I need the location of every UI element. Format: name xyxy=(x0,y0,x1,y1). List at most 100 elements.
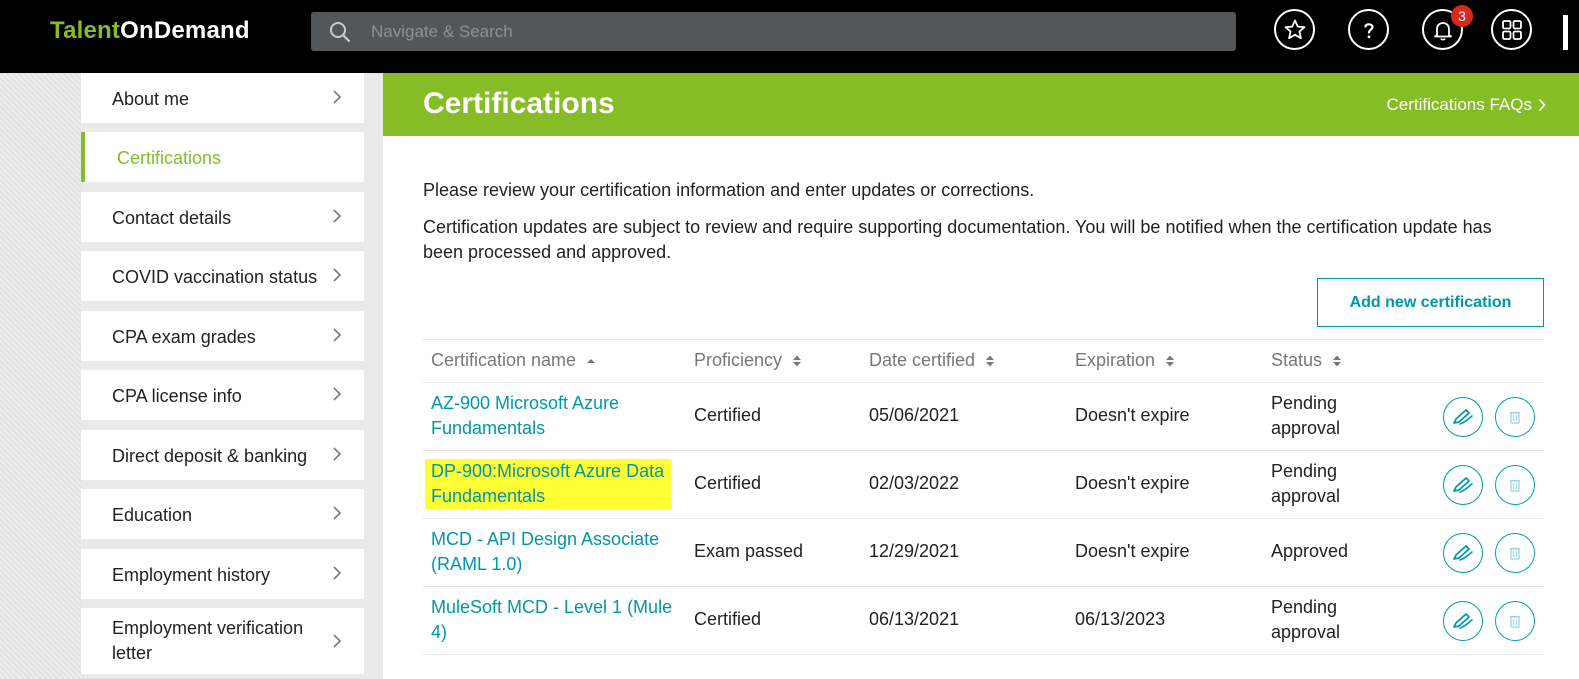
add-new-certification-button[interactable]: Add new certification xyxy=(1317,278,1544,327)
sidebar-item-label: Contact details xyxy=(112,208,232,228)
chevron-right-icon xyxy=(333,634,342,648)
help-button[interactable] xyxy=(1348,9,1389,50)
page-header: Certifications Certifications FAQs xyxy=(383,73,1579,136)
favorites-button[interactable] xyxy=(1274,9,1315,50)
certification-name-link[interactable]: MuleSoft MCD - Level 1 (Mule 4) xyxy=(431,595,676,645)
certification-name-text: MCD - API Design Associate (RAML 1.0) xyxy=(431,529,660,574)
table-row: MuleSoft MCD - Level 1 (Mule 4) Certifie… xyxy=(423,587,1544,655)
sort-icon xyxy=(986,355,995,366)
sidebar-item-label: Direct deposit & banking xyxy=(112,446,308,466)
proficiency-cell: Certified xyxy=(694,405,762,425)
expiration-cell: Doesn't expire xyxy=(1075,541,1190,561)
edit-pencil-icon xyxy=(1453,409,1473,425)
sidebar-item-cpa-license-info[interactable]: CPA license info xyxy=(81,370,364,420)
sidebar-item-covid-vaccination-status[interactable]: COVID vaccination status xyxy=(81,251,364,301)
chevron-right-icon xyxy=(333,447,342,461)
logo-text-talent: Talent xyxy=(50,17,121,44)
sidebar-item-cpa-exam-grades[interactable]: CPA exam grades xyxy=(81,311,364,361)
sidebar-item-label: Employment verification letter xyxy=(112,618,304,663)
logo-text-ondemand: OnDemand xyxy=(120,17,250,44)
column-header-expiration[interactable]: Expiration xyxy=(1075,350,1175,371)
edit-certification-button[interactable] xyxy=(1443,601,1483,641)
trash-icon xyxy=(1510,615,1520,628)
delete-certification-button[interactable] xyxy=(1495,397,1535,437)
column-header-status[interactable]: Status xyxy=(1271,350,1342,371)
certifications-faqs-link[interactable]: Certifications FAQs xyxy=(1387,95,1547,115)
sort-ascending-icon xyxy=(587,358,596,363)
sidebar-item-label: CPA exam grades xyxy=(112,327,256,347)
chevron-right-icon xyxy=(333,209,342,223)
column-header-certification-name[interactable]: Certification name xyxy=(431,350,596,371)
expiration-cell: 06/13/2023 xyxy=(1075,609,1166,629)
edit-certification-button[interactable] xyxy=(1443,397,1483,437)
chevron-right-icon xyxy=(333,90,342,104)
scroll-edge xyxy=(1563,15,1568,50)
status-cell: Pending approval xyxy=(1271,461,1341,506)
table-row: AZ-900 Microsoft Azure Fundamentals Cert… xyxy=(423,383,1544,451)
table-row: MCD - API Design Associate (RAML 1.0) Ex… xyxy=(423,519,1544,587)
trash-icon xyxy=(1510,547,1520,560)
intro-text: Please review your certification informa… xyxy=(423,180,1035,200)
trash-icon xyxy=(1510,411,1520,424)
sidebar-item-contact-details[interactable]: Contact details xyxy=(81,192,364,242)
certification-name-link[interactable]: MCD - API Design Associate (RAML 1.0) xyxy=(431,527,676,577)
search-input[interactable] xyxy=(371,12,1211,51)
help-icon xyxy=(1363,22,1374,38)
sidebar-item-employment-history[interactable]: Employment history xyxy=(81,549,364,599)
page-title: Certifications xyxy=(423,87,615,120)
delete-certification-button[interactable] xyxy=(1495,601,1535,641)
status-cell: Approved xyxy=(1271,541,1349,561)
proficiency-cell: Exam passed xyxy=(694,541,804,561)
search-icon[interactable] xyxy=(329,21,351,43)
column-header-date-certified[interactable]: Date certified xyxy=(869,350,995,371)
status-cell: Pending approval xyxy=(1271,393,1341,438)
column-header-label: Expiration xyxy=(1075,350,1156,370)
date-certified-cell: 05/06/2021 xyxy=(869,405,960,425)
sidebar-item-employment-verification-letter[interactable]: Employment verification letter xyxy=(81,608,364,674)
column-header-label: Proficiency xyxy=(694,350,783,370)
sidebar-item-education[interactable]: Education xyxy=(81,489,364,539)
apps-menu-button[interactable] xyxy=(1491,9,1532,50)
column-header-label: Status xyxy=(1271,350,1323,370)
sidebar-item-label: Employment history xyxy=(112,565,271,585)
trash-icon xyxy=(1510,479,1520,492)
search-box[interactable] xyxy=(311,12,1236,51)
sidebar-margin-pattern xyxy=(0,73,81,679)
sidebar-item-label: About me xyxy=(112,89,190,109)
sort-icon xyxy=(793,355,802,366)
expiration-cell: Doesn't expire xyxy=(1075,473,1190,493)
sidebar-item-label: COVID vaccination status xyxy=(112,267,318,287)
certification-name-text-highlighted: DP-900:Microsoft Azure Data Fundamentals xyxy=(425,459,671,509)
certification-name-link[interactable]: DP-900:Microsoft Azure Data Fundamentals xyxy=(425,459,671,509)
column-header-label: Date certified xyxy=(869,350,976,370)
column-header-proficiency[interactable]: Proficiency xyxy=(694,350,802,371)
sidebar-item-direct-deposit-banking[interactable]: Direct deposit & banking xyxy=(81,430,364,480)
delete-certification-button[interactable] xyxy=(1495,465,1535,505)
chevron-right-icon xyxy=(333,506,342,520)
sidebar-item-label: CPA license info xyxy=(112,386,242,406)
date-certified-cell: 12/29/2021 xyxy=(869,541,960,561)
chevron-right-icon xyxy=(1538,98,1546,112)
talentondemand-logo[interactable]: TalentOnDemand xyxy=(50,17,250,45)
top-navigation-bar: TalentOnDemand 3 xyxy=(0,0,1579,73)
certification-name-link[interactable]: AZ-900 Microsoft Azure Fundamentals xyxy=(431,391,676,441)
faq-link-label: Certifications FAQs xyxy=(1386,95,1533,114)
date-certified-cell: 06/13/2021 xyxy=(869,609,960,629)
sidebar-item-about-me[interactable]: About me xyxy=(81,73,364,123)
table-row: DP-900:Microsoft Azure Data Fundamentals… xyxy=(423,451,1544,519)
edit-certification-button[interactable] xyxy=(1443,465,1483,505)
table-header-row: Certification name Proficiency Date cert… xyxy=(423,339,1544,383)
edit-certification-button[interactable] xyxy=(1443,533,1483,573)
edit-pencil-icon xyxy=(1453,477,1473,493)
column-header-label: Certification name xyxy=(431,350,577,370)
certification-name-text: MuleSoft MCD - Level 1 (Mule 4) xyxy=(431,597,673,642)
bell-icon xyxy=(1433,21,1452,40)
delete-certification-button[interactable] xyxy=(1495,533,1535,573)
expiration-cell: Doesn't expire xyxy=(1075,405,1190,425)
sidebar-item-certifications[interactable]: Certifications xyxy=(81,132,364,182)
proficiency-cell: Certified xyxy=(694,609,762,629)
edit-pencil-icon xyxy=(1453,545,1473,561)
sort-icon xyxy=(1333,355,1342,366)
chevron-right-icon xyxy=(333,387,342,401)
status-cell: Pending approval xyxy=(1271,597,1341,642)
